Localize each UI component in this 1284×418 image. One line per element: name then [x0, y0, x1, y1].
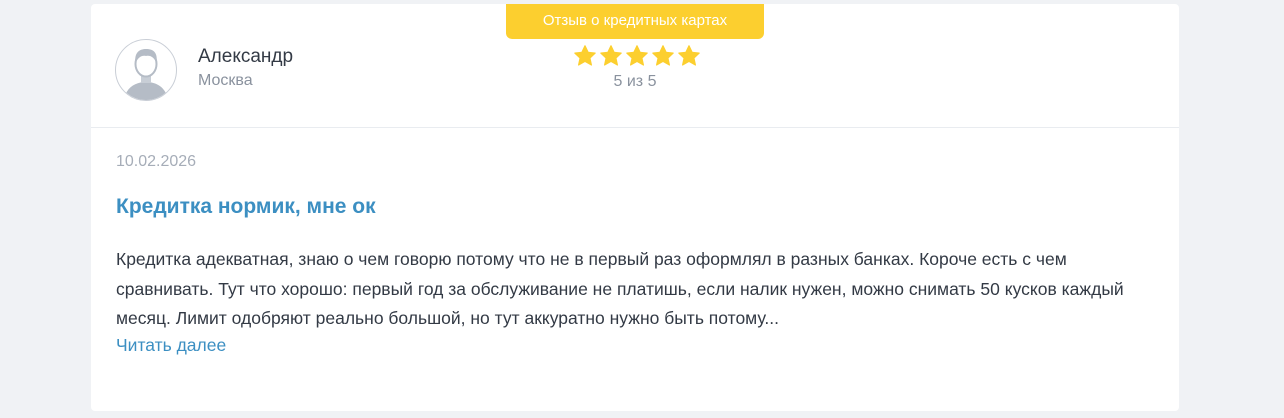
user-avatar-icon: [115, 39, 177, 101]
star-icon: [652, 45, 674, 66]
rating-stars: [573, 44, 701, 70]
review-category-badge: Отзыв о кредитных картах: [506, 4, 764, 39]
star-icon: [574, 45, 596, 66]
header-divider: [91, 127, 1179, 128]
read-more-link[interactable]: Читать далее: [116, 335, 226, 356]
author-city: Москва: [198, 72, 253, 89]
star-icon: [678, 45, 700, 66]
rating-label: 5 из 5: [613, 73, 657, 90]
star-icon: [626, 45, 648, 66]
star-icon: [600, 45, 622, 66]
author-name: Александр: [198, 46, 294, 67]
review-title: Кредитка нормик, мне ок: [116, 195, 376, 218]
review-date: 10.02.2026: [116, 153, 197, 170]
review-text: Кредитка адекватная, знаю о чем говорю п…: [116, 249, 1124, 328]
review-card: Отзыв о кредитных картах Александр Москв…: [91, 4, 1179, 411]
